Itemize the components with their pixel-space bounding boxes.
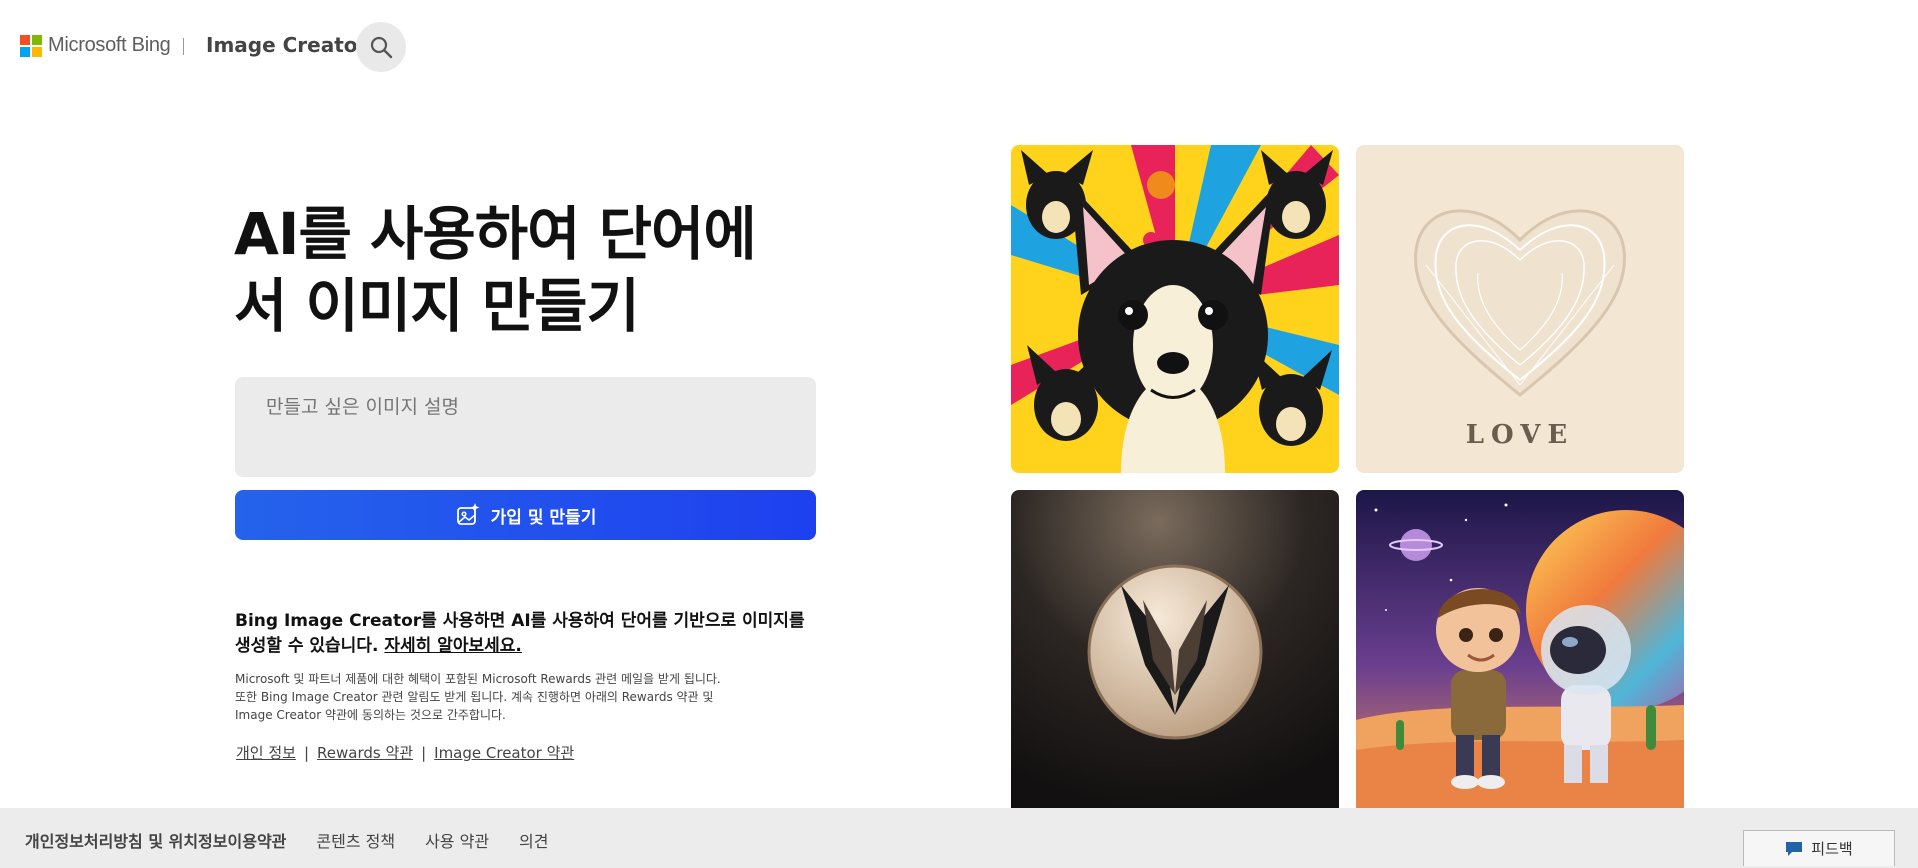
fine-print-line-2: 또한 Bing Image Creator 관련 알림도 받게 됩니다. 계속 … [235, 690, 714, 704]
microsoft-logo[interactable] [20, 35, 42, 57]
fine-print-line-3: Image Creator 약관에 동의하는 것으로 간주합니다. [235, 708, 506, 722]
join-and-create-label: 가입 및 만들기 [490, 507, 597, 528]
chat-bubble-icon [1786, 841, 1803, 856]
page-title: AI를 사용하여 단어에 서 이미지 만들기 [234, 198, 814, 342]
footer-links: 개인정보처리방침 및 위치정보이용약관 콘텐츠 정책 사용 약관 의견 [25, 828, 549, 852]
search-icon [370, 36, 393, 59]
search-button[interactable] [356, 22, 406, 72]
gallery-image-paper-heart[interactable]: LOVE [1356, 145, 1684, 473]
header-divider [183, 38, 184, 55]
image-sparkle-icon [456, 503, 480, 525]
link-separator: | [421, 743, 427, 762]
fine-print-line-1: Microsoft 및 파트너 제품에 대한 혜택이 포함된 Microsoft… [235, 672, 721, 686]
prompt-input[interactable] [235, 377, 816, 477]
learn-more-link[interactable]: 자세히 알아보세요. [384, 636, 522, 656]
gallery-image-chihuahua[interactable] [1011, 145, 1339, 473]
footer-content-policy-link[interactable]: 콘텐츠 정책 [316, 828, 395, 852]
join-and-create-button[interactable]: 가입 및 만들기 [235, 490, 816, 540]
privacy-link[interactable]: 개인 정보 [236, 742, 296, 763]
feedback-button[interactable]: 피드백 [1743, 830, 1895, 866]
fine-print: Microsoft 및 파트너 제품에 대한 혜택이 포함된 Microsoft… [235, 670, 755, 724]
brand-name[interactable]: Microsoft Bing [48, 34, 171, 57]
product-name[interactable]: Image Creator [206, 33, 367, 57]
feedback-label: 피드백 [1811, 840, 1853, 858]
footer: 개인정보처리방침 및 위치정보이용약관 콘텐츠 정책 사용 약관 의견 피드백 [0, 808, 1918, 868]
footer-terms-link[interactable]: 사용 약관 [425, 828, 489, 852]
love-text: LOVE [1466, 420, 1574, 450]
title-line-1: AI를 사용하여 단어에 [234, 200, 757, 268]
footer-opinion-link[interactable]: 의견 [519, 828, 548, 852]
gallery-image-fox-logo[interactable] [1011, 490, 1339, 810]
rewards-terms-link[interactable]: Rewards 약관 [317, 742, 413, 763]
description: Bing Image Creator를 사용하면 AI를 사용하여 단어를 기반… [235, 609, 820, 659]
image-creator-terms-link[interactable]: Image Creator 약관 [434, 742, 574, 763]
header: Microsoft Bing Image Creator [0, 0, 1918, 95]
gallery-image-boy-astronaut[interactable] [1356, 490, 1684, 810]
legal-links: 개인 정보 | Rewards 약관 | Image Creator 약관 [236, 742, 574, 763]
link-separator: | [303, 743, 310, 762]
title-line-2: 서 이미지 만들기 [234, 272, 640, 340]
footer-privacy-link[interactable]: 개인정보처리방침 및 위치정보이용약관 [25, 828, 286, 852]
